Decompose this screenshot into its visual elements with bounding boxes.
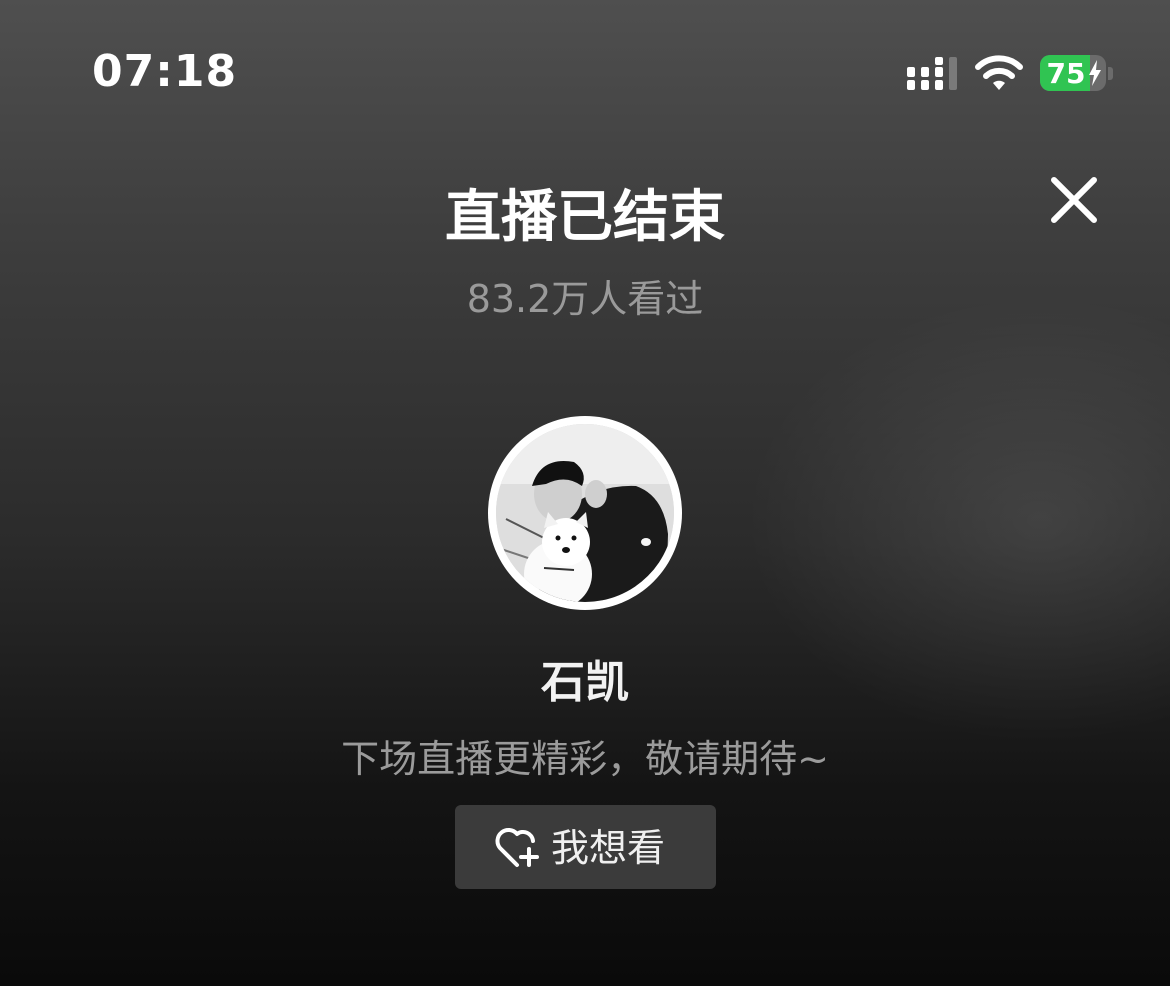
avatar-photo-image bbox=[496, 424, 674, 602]
viewer-count: 83.2万人看过 bbox=[466, 277, 704, 321]
stream-tagline: 下场直播更精彩，敬请期待~ bbox=[341, 737, 829, 781]
battery-body: 75 bbox=[1040, 55, 1106, 91]
battery-tip bbox=[1108, 67, 1113, 80]
page-title: 直播已结束 bbox=[445, 185, 725, 250]
streamer-name[interactable]: 石凯 bbox=[0, 646, 1170, 710]
charging-bolt-icon bbox=[1089, 60, 1101, 86]
battery-indicator: 75 bbox=[1040, 55, 1116, 93]
avatar-photo bbox=[496, 424, 674, 602]
want-to-watch-button[interactable]: 我想看 bbox=[455, 805, 716, 889]
cellular-signal-icon bbox=[907, 57, 957, 90]
avatar[interactable] bbox=[488, 416, 682, 610]
battery-level: 75 bbox=[1046, 57, 1086, 90]
close-icon[interactable] bbox=[1046, 172, 1102, 228]
status-bar: 07:18 75 bbox=[0, 0, 1170, 140]
wifi-icon bbox=[975, 55, 1023, 90]
heart-plus-icon bbox=[495, 828, 539, 867]
want-to-watch-label: 我想看 bbox=[551, 826, 666, 870]
status-time: 07:18 bbox=[92, 46, 238, 97]
